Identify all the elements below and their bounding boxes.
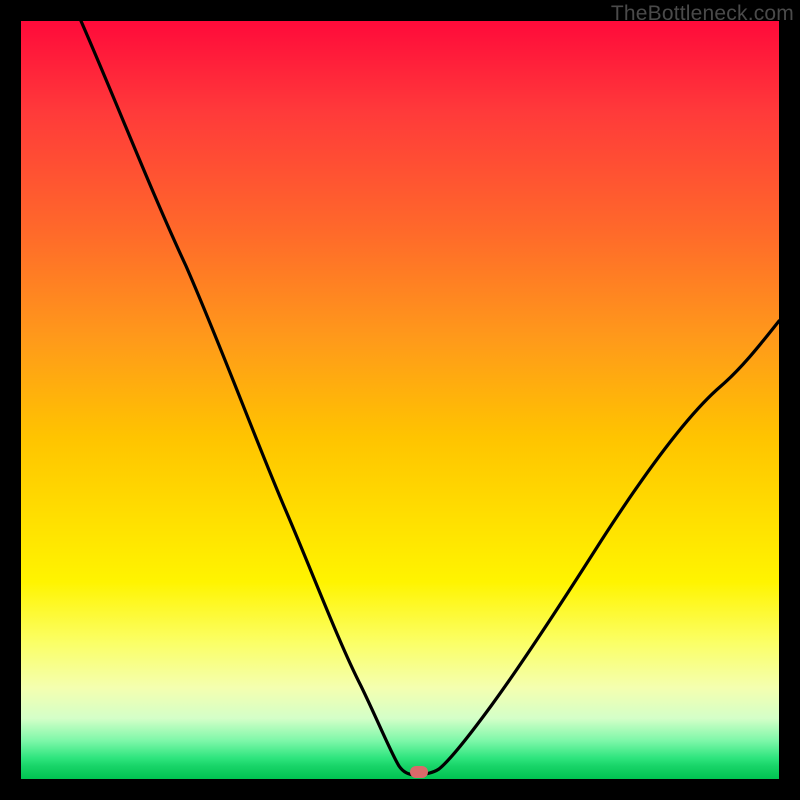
watermark-text: TheBottleneck.com	[611, 2, 794, 26]
bottleneck-curve	[81, 21, 779, 775]
chart-frame: TheBottleneck.com	[0, 0, 800, 800]
curve-layer	[21, 21, 779, 779]
optimum-marker	[410, 766, 428, 778]
